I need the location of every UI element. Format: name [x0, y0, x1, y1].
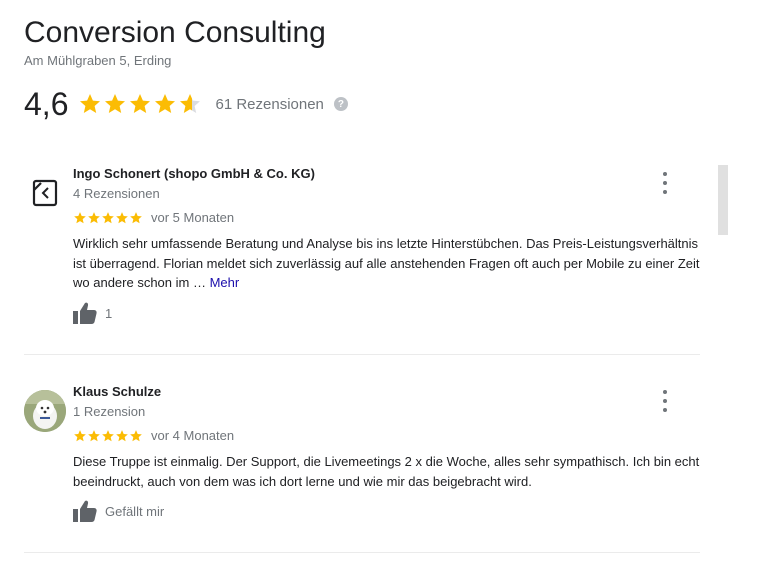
dog-photo-icon: [24, 390, 66, 432]
reviewer-review-count[interactable]: 4 Rezensionen: [73, 186, 160, 201]
review-date: vor 5 Monaten: [151, 210, 235, 225]
star-icon: [74, 211, 86, 223]
review-text: Diese Truppe ist einmalig. Der Support, …: [73, 454, 700, 489]
help-icon[interactable]: ?: [333, 97, 348, 111]
review-divider: [24, 552, 700, 553]
more-vert-icon[interactable]: [658, 172, 672, 194]
star-icon: [102, 211, 114, 223]
like-button[interactable]: 1: [73, 302, 112, 324]
more-link[interactable]: Mehr: [210, 275, 240, 290]
thumbs-up-icon: [73, 302, 97, 324]
star-icon: [116, 211, 128, 223]
thumbs-up-icon: [73, 500, 97, 522]
review-count-link[interactable]: 61 Rezensionen: [215, 96, 323, 113]
rating-value: 4,6: [24, 85, 69, 122]
more-vert-icon[interactable]: [658, 390, 672, 412]
star-icon: [116, 429, 128, 441]
rating-summary: 4,6 61 Rezensionen ?: [24, 83, 348, 125]
star-icon: [80, 94, 101, 113]
star-icon: [102, 429, 114, 441]
reviewer-name[interactable]: Ingo Schonert (shopo GmbH & Co. KG): [73, 166, 315, 181]
review-meta: vor 4 Monaten: [73, 428, 234, 443]
like-button[interactable]: Gefällt mir: [73, 500, 164, 522]
reviewer-avatar[interactable]: [24, 172, 66, 214]
star-icon: [88, 429, 100, 441]
review-text-body: Wirklich sehr umfassende Beratung und An…: [73, 236, 700, 290]
star-icon: [105, 94, 126, 113]
business-address: Am Mühlgraben 5, Erding: [24, 53, 172, 68]
reviewer-review-count[interactable]: 1 Rezension: [73, 404, 145, 419]
star-icon: [130, 211, 142, 223]
business-title: Conversion Consulting: [24, 16, 326, 49]
rating-stars: [78, 92, 203, 116]
review-stars: [73, 429, 143, 443]
shopo-logo-icon: [32, 179, 58, 207]
star-icon: [74, 429, 86, 441]
review-text: Wirklich sehr umfassende Beratung und An…: [73, 234, 713, 293]
star-icon: [180, 94, 201, 113]
star-icon: [155, 94, 176, 113]
like-count: 1: [105, 305, 113, 321]
review-item: Klaus Schulze 1 Rezension vor 4 Monaten …: [24, 384, 700, 534]
review-item: Ingo Schonert (shopo GmbH & Co. KG) 4 Re…: [24, 166, 700, 336]
reviewer-avatar[interactable]: [24, 390, 66, 432]
star-icon: [130, 94, 151, 113]
star-icon: [88, 211, 100, 223]
review-divider: [24, 354, 700, 355]
review-date: vor 4 Monaten: [151, 428, 235, 443]
review-stars: [73, 211, 143, 225]
scrollbar[interactable]: [718, 165, 728, 565]
review-meta: vor 5 Monaten: [73, 210, 234, 225]
scrollbar-thumb[interactable]: [718, 165, 728, 235]
reviewer-name[interactable]: Klaus Schulze: [73, 384, 161, 399]
like-label: Gefällt mir: [105, 503, 165, 519]
star-icon: [130, 429, 142, 441]
